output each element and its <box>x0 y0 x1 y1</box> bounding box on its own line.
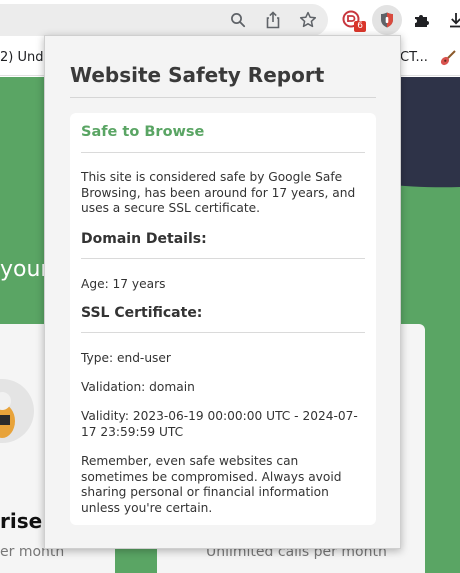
guitar-icon[interactable] <box>436 46 460 70</box>
plan-name: rise <box>0 509 43 533</box>
report-card: Safe to Browse This site is considered s… <box>70 113 376 525</box>
ssl-validity: Validity: 2023-06-19 00:00:00 UTC - 2024… <box>81 409 358 439</box>
bookmark-item[interactable]: CT... <box>400 50 428 65</box>
ssl-validation: Validation: domain <box>81 380 195 394</box>
ssl-type: Type: end-user <box>81 351 171 365</box>
safety-status: Safe to Browse <box>81 124 205 140</box>
popup-title: Website Safety Report <box>70 63 325 87</box>
divider <box>81 152 365 153</box>
share-icon[interactable] <box>261 8 285 32</box>
extensions-puzzle-icon[interactable] <box>410 8 434 32</box>
bookmark-star-icon[interactable] <box>296 8 320 32</box>
divider <box>81 332 365 333</box>
domain-age: Age: 17 years <box>81 277 166 291</box>
safety-report-extension-icon <box>375 8 399 32</box>
safety-reminder: Remember, even safe websites can sometim… <box>81 454 342 515</box>
search-icon[interactable] <box>226 8 250 32</box>
safety-report-popup: Website Safety Report Safe to Browse Thi… <box>44 35 401 549</box>
extension-badge: 6 <box>354 21 366 32</box>
lastpass-extension-icon[interactable]: 6 <box>340 8 366 32</box>
divider <box>70 97 376 98</box>
divider <box>81 258 365 259</box>
domain-details-heading: Domain Details: <box>81 231 207 247</box>
download-icon[interactable] <box>444 8 460 32</box>
ssl-certificate-heading: SSL Certificate: <box>81 305 203 321</box>
safety-summary: This site is considered safe by Google S… <box>81 170 356 215</box>
browser-toolbar: 6 <box>0 0 460 40</box>
